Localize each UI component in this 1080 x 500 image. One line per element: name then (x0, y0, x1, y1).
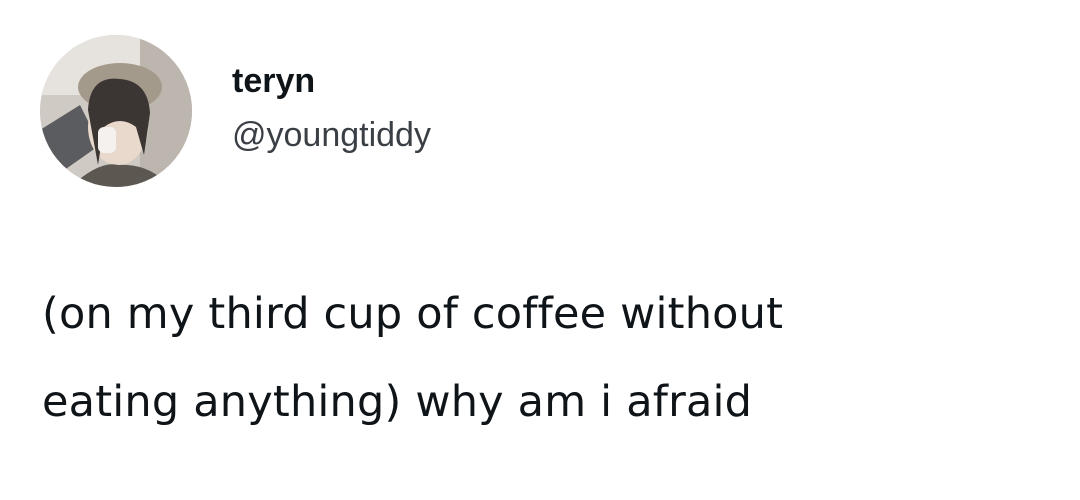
profile-photo-icon (40, 35, 192, 187)
display-name[interactable]: teryn (232, 61, 431, 101)
user-handle[interactable]: @youngtiddy (232, 115, 431, 155)
tweet-card: teryn @youngtiddy (on my third cup of co… (0, 0, 1080, 500)
author-names: teryn @youngtiddy (232, 61, 431, 155)
tweet-header: teryn @youngtiddy (40, 35, 431, 187)
tweet-text: (on my third cup of coffee without eatin… (42, 270, 1052, 446)
tweet-text-line: eating anything) why am i afraid (42, 377, 753, 427)
avatar[interactable] (40, 35, 192, 187)
tweet-text-line: (on my third cup of coffee without (42, 289, 784, 339)
